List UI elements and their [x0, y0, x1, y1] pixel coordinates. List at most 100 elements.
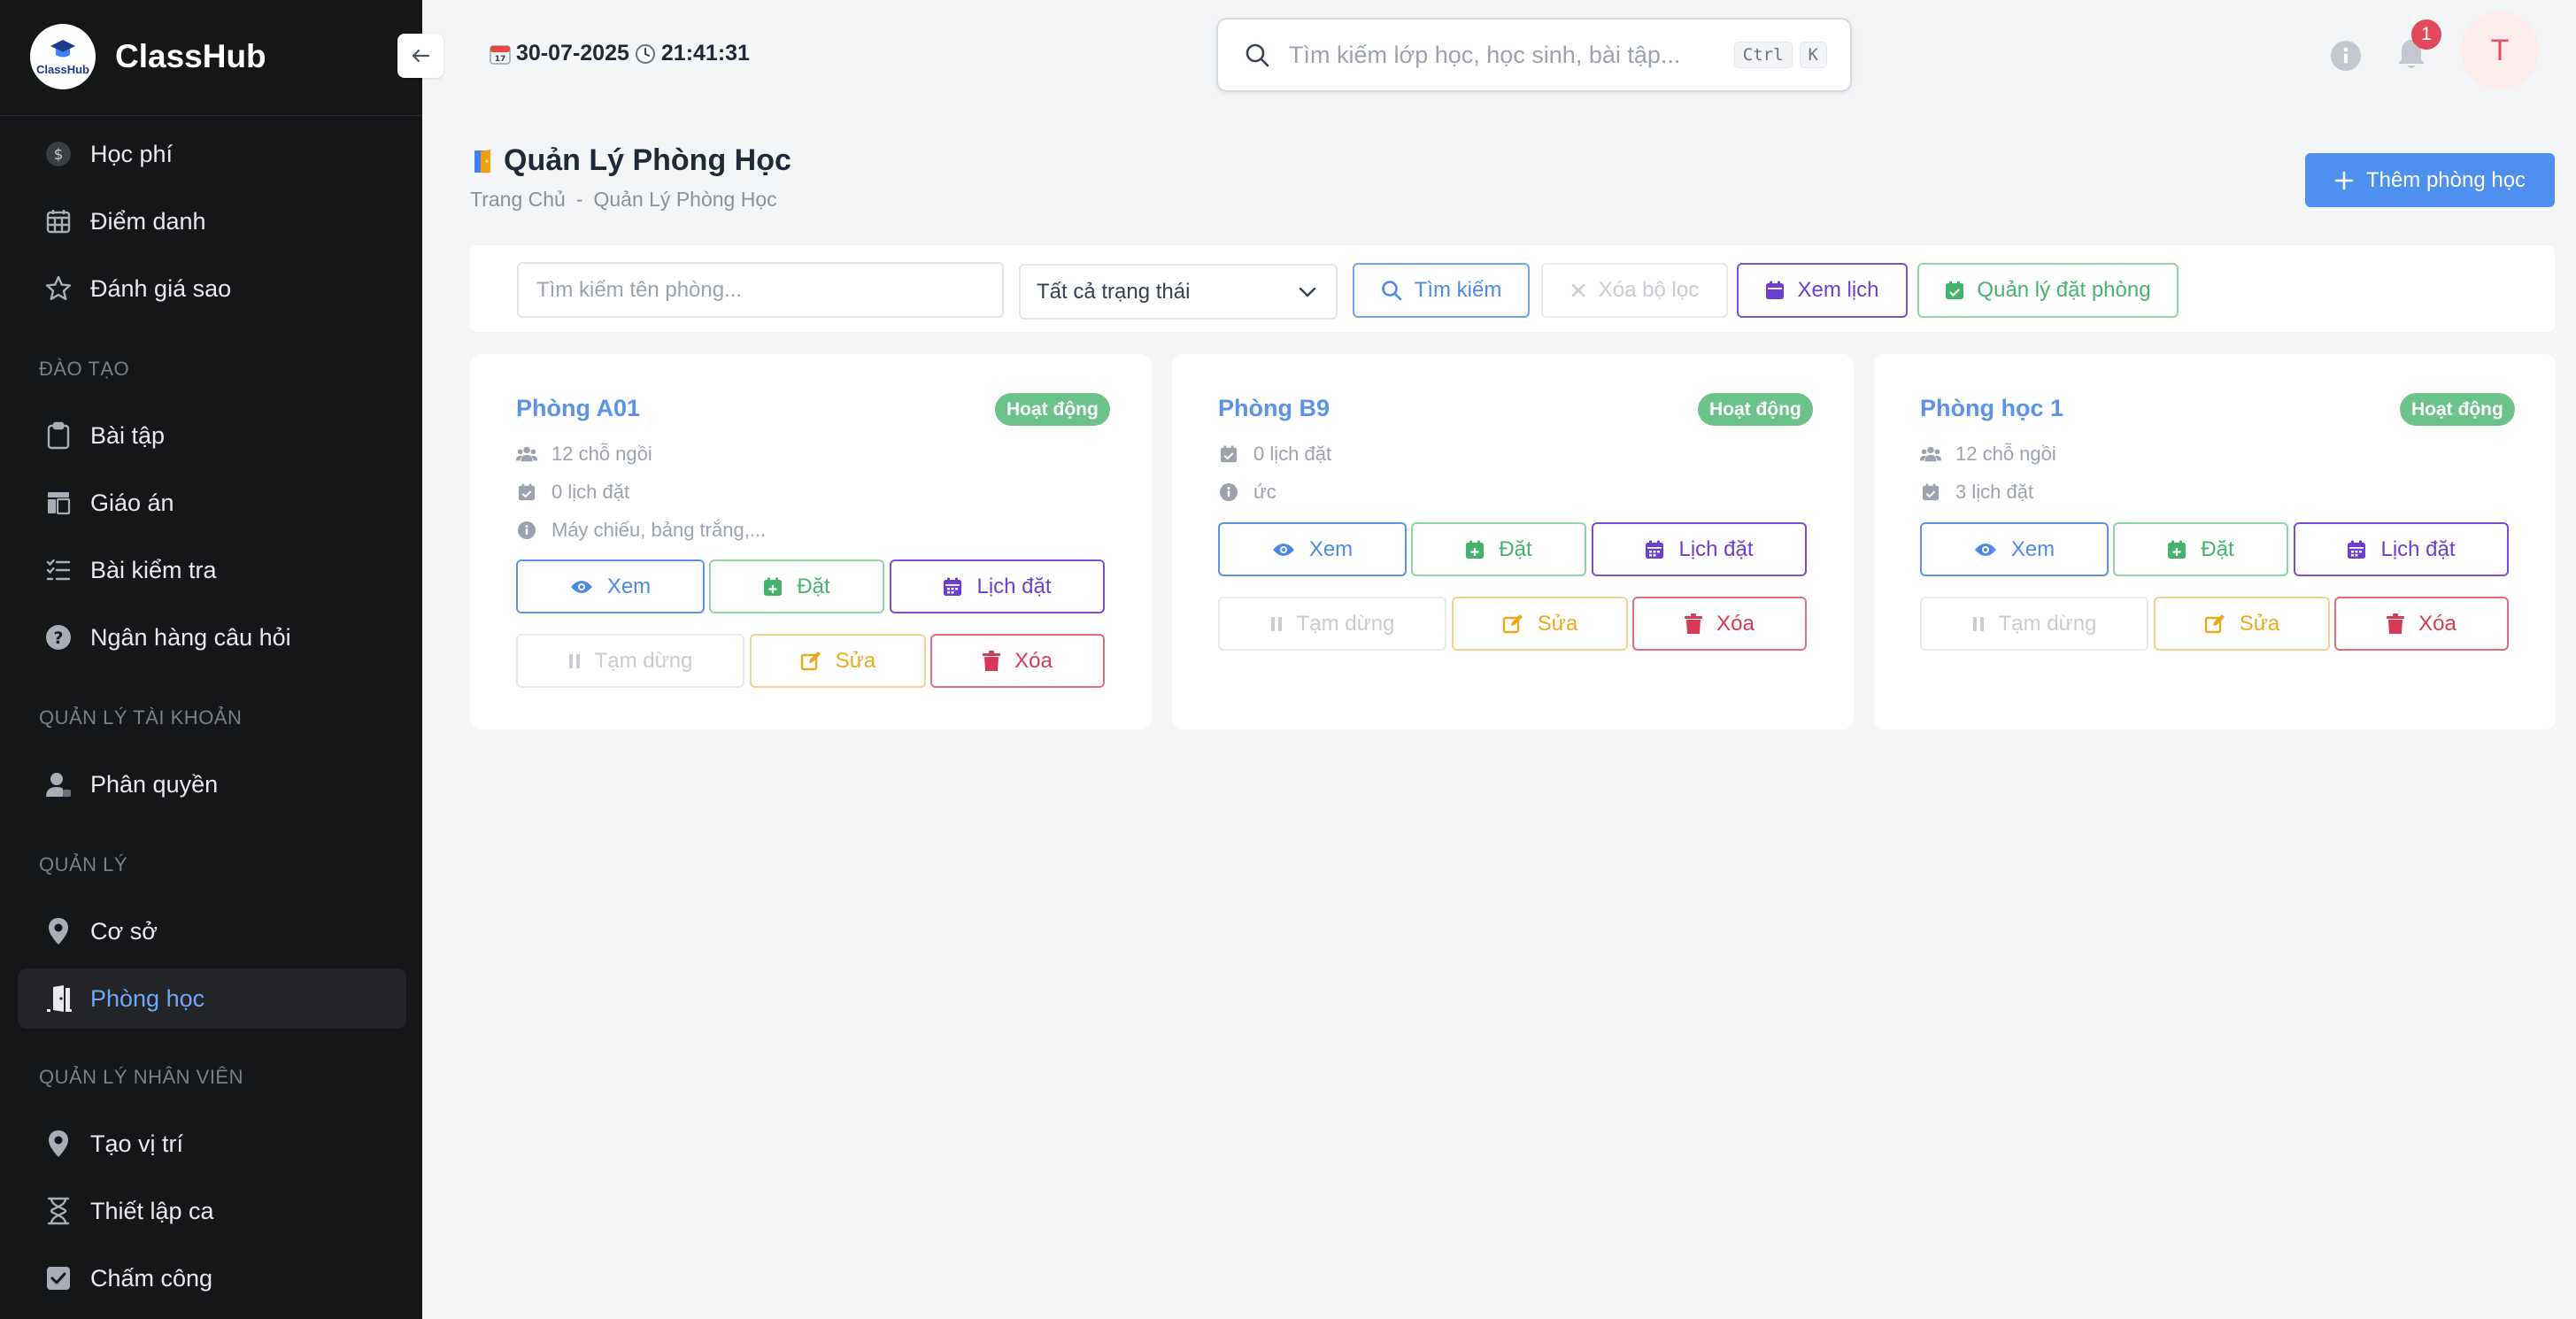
user-avatar[interactable]: T — [2461, 12, 2539, 89]
eye-icon — [570, 580, 592, 593]
global-search[interactable]: Tìm kiếm lớp học, học sinh, bài tập... C… — [1216, 18, 1852, 92]
room-schedule-button[interactable]: Lịch đặt — [1592, 522, 1807, 576]
status-select-value: Tất cả trạng thái — [1037, 279, 1191, 304]
info-button[interactable] — [2330, 40, 2362, 72]
delete-room-label: Xóa — [2418, 611, 2456, 636]
header-datetime: 17 30-07-2025 21:41:31 — [490, 41, 750, 66]
sidebar-item-hoc-phi[interactable]: $ Học phí — [18, 124, 406, 184]
room-name[interactable]: Phòng A01 — [516, 395, 640, 422]
edit-room-label: Sửa — [2239, 611, 2280, 636]
brand[interactable]: ClassHub ClassHub — [30, 24, 266, 89]
sidebar-item-cham-cong[interactable]: Chấm công — [18, 1248, 406, 1308]
pause-room-label: Tạm dừng — [594, 648, 693, 673]
pause-icon — [1972, 616, 1984, 631]
manage-bookings-label: Quản lý đặt phòng — [1977, 278, 2151, 302]
sidebar-item-giao-an[interactable]: Giáo án — [18, 473, 406, 533]
status-badge: Hoạt động — [995, 393, 1110, 426]
breadcrumb: Trang Chủ - Quản Lý Phòng Học — [470, 188, 777, 212]
book-room-label: Đặt — [797, 574, 830, 598]
book-room-label: Đặt — [2201, 536, 2234, 561]
sidebar-item-label: Phòng học — [90, 984, 205, 1012]
sidebar: ClassHub ClassHub $ Học phí Điểm danh Đá… — [0, 0, 422, 1319]
section-title-dao-tao: ĐÀO TẠO — [39, 358, 130, 380]
calendar-grid-icon — [42, 205, 74, 237]
view-room-button[interactable]: Xem — [1218, 522, 1407, 576]
view-schedule-label: Xem lịch — [1797, 278, 1879, 302]
room-bookings-text: 0 lịch đặt — [551, 481, 630, 503]
svg-text:17: 17 — [495, 55, 506, 64]
sidebar-item-phan-quyen[interactable]: Phân quyền — [18, 754, 406, 814]
edit-icon — [1502, 613, 1523, 633]
search-icon — [1246, 43, 1269, 67]
edit-room-button[interactable]: Sửa — [2154, 597, 2330, 651]
edit-room-button[interactable]: Sửa — [750, 634, 926, 688]
kbd-k: K — [1799, 42, 1827, 68]
page-title: Quản Lý Phòng Học — [470, 143, 791, 178]
question-icon: ? — [42, 621, 74, 653]
calendar-emoji-icon: 17 — [490, 44, 511, 65]
pause-room-button[interactable]: Tạm dừng — [1920, 597, 2148, 651]
manage-bookings-button[interactable]: Quản lý đặt phòng — [1917, 263, 2179, 318]
sidebar-divider — [0, 115, 422, 116]
status-select[interactable]: Tất cả trạng thái — [1019, 264, 1338, 320]
door-icon — [474, 149, 490, 173]
add-room-button[interactable]: Thêm phòng học — [2305, 153, 2555, 207]
page-title-text: Quản Lý Phòng Học — [504, 143, 791, 177]
calendar-icon — [1646, 540, 1664, 559]
edit-room-button[interactable]: Sửa — [1452, 597, 1628, 651]
pause-room-button[interactable]: Tạm dừng — [516, 634, 744, 688]
calendar-plus-icon — [2168, 540, 2187, 559]
map-pin-icon — [42, 915, 74, 947]
sidebar-item-bai-kiem-tra[interactable]: Bài kiểm tra — [18, 540, 406, 600]
calendar-check-icon — [1946, 281, 1964, 299]
room-bookings: 0 lịch đặt — [1218, 443, 1331, 466]
clear-filter-button[interactable]: Xóa bộ lọc — [1541, 263, 1728, 318]
view-room-button[interactable]: Xem — [1920, 522, 2109, 576]
breadcrumb-separator: - — [575, 188, 583, 211]
users-icon — [516, 445, 537, 463]
calendar-icon — [1766, 281, 1785, 299]
sidebar-item-thiet-lap-ca[interactable]: Thiết lập ca — [18, 1181, 406, 1241]
sidebar-item-label: Ngân hàng câu hỏi — [90, 623, 291, 651]
pause-room-button[interactable]: Tạm dừng — [1218, 597, 1446, 651]
book-room-button[interactable]: Đặt — [709, 559, 884, 613]
sidebar-item-tao-vi-tri[interactable]: Tạo vị trí — [18, 1114, 406, 1174]
sidebar-item-phong-hoc[interactable]: Phòng học — [18, 968, 406, 1029]
sidebar-item-diem-danh[interactable]: Điểm danh — [18, 191, 406, 251]
sidebar-item-bai-tap[interactable]: Bài tập — [18, 405, 406, 466]
sidebar-item-ngan-hang-cau-hoi[interactable]: ? Ngân hàng câu hỏi — [18, 607, 406, 667]
global-search-placeholder: Tìm kiếm lớp học, học sinh, bài tập... — [1289, 41, 1681, 68]
view-schedule-button[interactable]: Xem lịch — [1737, 263, 1908, 318]
delete-room-button[interactable]: Xóa — [1632, 597, 1807, 651]
delete-room-button[interactable]: Xóa — [930, 634, 1105, 688]
sidebar-item-co-so[interactable]: Cơ sở — [18, 901, 406, 961]
users-icon — [1920, 445, 1941, 463]
room-search-input[interactable] — [517, 262, 1004, 318]
search-button-label: Tìm kiếm — [1414, 278, 1502, 302]
sidebar-item-label: Điểm danh — [90, 207, 206, 235]
book-room-button[interactable]: Đặt — [2113, 522, 2288, 576]
view-room-label: Xem — [1308, 536, 1354, 561]
room-schedule-button[interactable]: Lịch đặt — [2294, 522, 2509, 576]
delete-room-button[interactable]: Xóa — [2334, 597, 2509, 651]
sidebar-item-label: Phân quyền — [90, 770, 219, 798]
book-room-button[interactable]: Đặt — [1411, 522, 1586, 576]
sidebar-item-danh-gia-sao[interactable]: Đánh giá sao — [18, 258, 406, 319]
delete-room-label: Xóa — [1716, 611, 1755, 636]
calendar-plus-icon — [1466, 540, 1485, 559]
calendar-check-icon — [1218, 445, 1239, 463]
room-name[interactable]: Phòng học 1 — [1920, 395, 2063, 422]
room-schedule-button[interactable]: Lịch đặt — [890, 559, 1105, 613]
breadcrumb-home[interactable]: Trang Chủ — [470, 188, 566, 212]
sidebar-item-label: Giáo án — [90, 489, 174, 516]
sidebar-collapse-button[interactable] — [397, 34, 443, 78]
view-room-button[interactable]: Xem — [516, 559, 705, 613]
search-icon — [1381, 281, 1401, 301]
hourglass-icon — [42, 1195, 74, 1227]
graduation-cap-icon — [50, 39, 75, 57]
eye-icon — [1272, 543, 1294, 556]
clear-filter-label: Xóa bộ lọc — [1598, 278, 1700, 302]
room-equipment: Máy chiếu, bảng trắng,... — [516, 519, 766, 542]
search-button[interactable]: Tìm kiếm — [1353, 263, 1530, 318]
room-name[interactable]: Phòng B9 — [1218, 395, 1330, 422]
